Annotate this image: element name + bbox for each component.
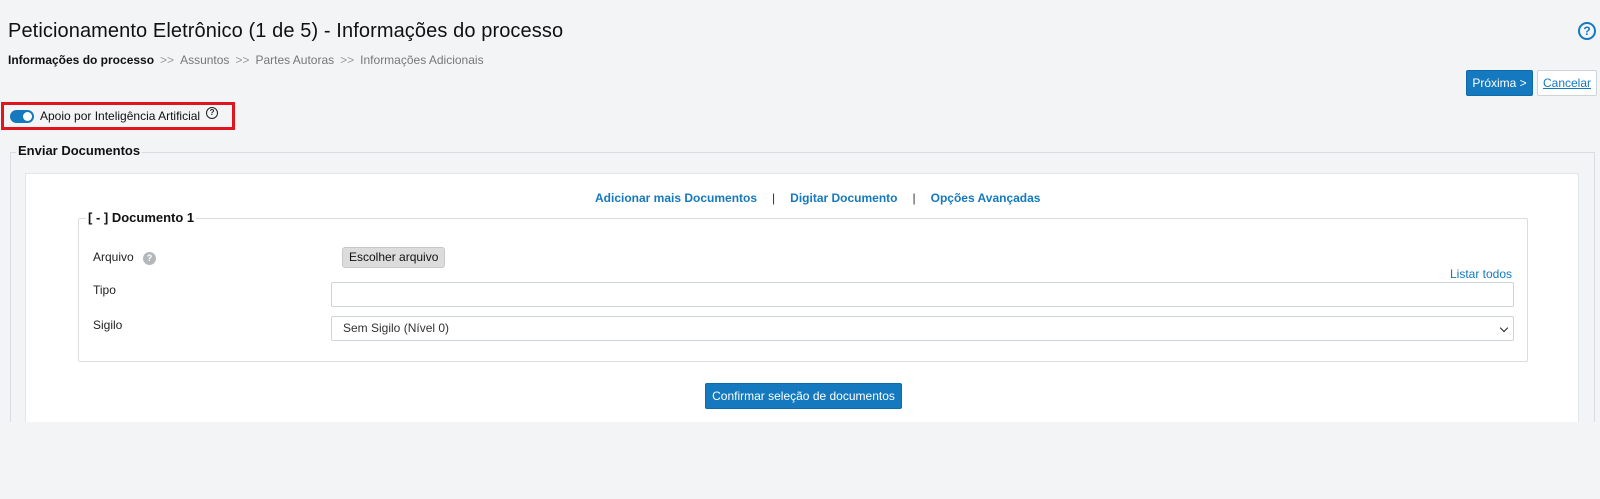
confirm-documents-button[interactable]: Confirmar seleção de documentos xyxy=(705,383,902,409)
secrecy-label: Sigilo xyxy=(93,318,123,332)
type-input[interactable] xyxy=(331,282,1514,307)
send-documents-legend: Enviar Documentos xyxy=(16,143,143,158)
next-button[interactable]: Próxima > xyxy=(1466,70,1533,96)
link-separator: | xyxy=(912,191,916,205)
choose-file-button[interactable]: Escolher arquivo xyxy=(342,247,446,268)
help-icon[interactable]: ? xyxy=(1578,22,1596,40)
type-document-link[interactable]: Digitar Documento xyxy=(790,191,897,205)
ai-support-highlight: Apoio por Inteligência Artificial ? xyxy=(1,102,235,130)
breadcrumb-item-current: Informações do processo xyxy=(8,53,155,67)
page-title: Peticionamento Eletrônico (1 de 5) - Inf… xyxy=(8,20,564,42)
document-1-legend[interactable]: [ - ] Documento 1 xyxy=(86,210,197,225)
breadcrumb-item-informacoes-adicionais: Informações Adicionais xyxy=(360,53,484,67)
file-label: Arquivo xyxy=(93,250,134,264)
breadcrumb-separator: >> xyxy=(340,53,355,67)
breadcrumb-item-assuntos: Assuntos xyxy=(180,53,230,67)
advanced-options-link[interactable]: Opções Avançadas xyxy=(931,191,1041,205)
type-label: Tipo xyxy=(93,283,116,297)
breadcrumb-separator: >> xyxy=(235,53,250,67)
secrecy-select-value: Sem Sigilo (Nível 0) xyxy=(343,321,450,335)
ai-support-toggle[interactable] xyxy=(10,109,34,123)
breadcrumb-item-partes-autoras: Partes Autoras xyxy=(255,53,335,67)
ai-support-label: Apoio por Inteligência Artificial xyxy=(40,109,201,123)
ai-support-help-icon[interactable]: ? xyxy=(206,107,219,119)
add-documents-link[interactable]: Adicionar mais Documentos xyxy=(595,191,757,205)
breadcrumb-separator: >> xyxy=(160,53,175,67)
cancel-button[interactable]: Cancelar xyxy=(1537,70,1597,96)
file-info-icon[interactable]: ? xyxy=(143,252,156,265)
breadcrumb: Informações do processo >> Assuntos >> P… xyxy=(8,53,484,67)
chevron-down-icon xyxy=(1499,323,1509,333)
link-separator: | xyxy=(772,191,776,205)
list-all-link[interactable]: Listar todos xyxy=(1450,267,1512,281)
document-links: Adicionar mais Documentos | Digitar Docu… xyxy=(595,191,1040,205)
secrecy-select[interactable]: Sem Sigilo (Nível 0) xyxy=(331,316,1514,341)
